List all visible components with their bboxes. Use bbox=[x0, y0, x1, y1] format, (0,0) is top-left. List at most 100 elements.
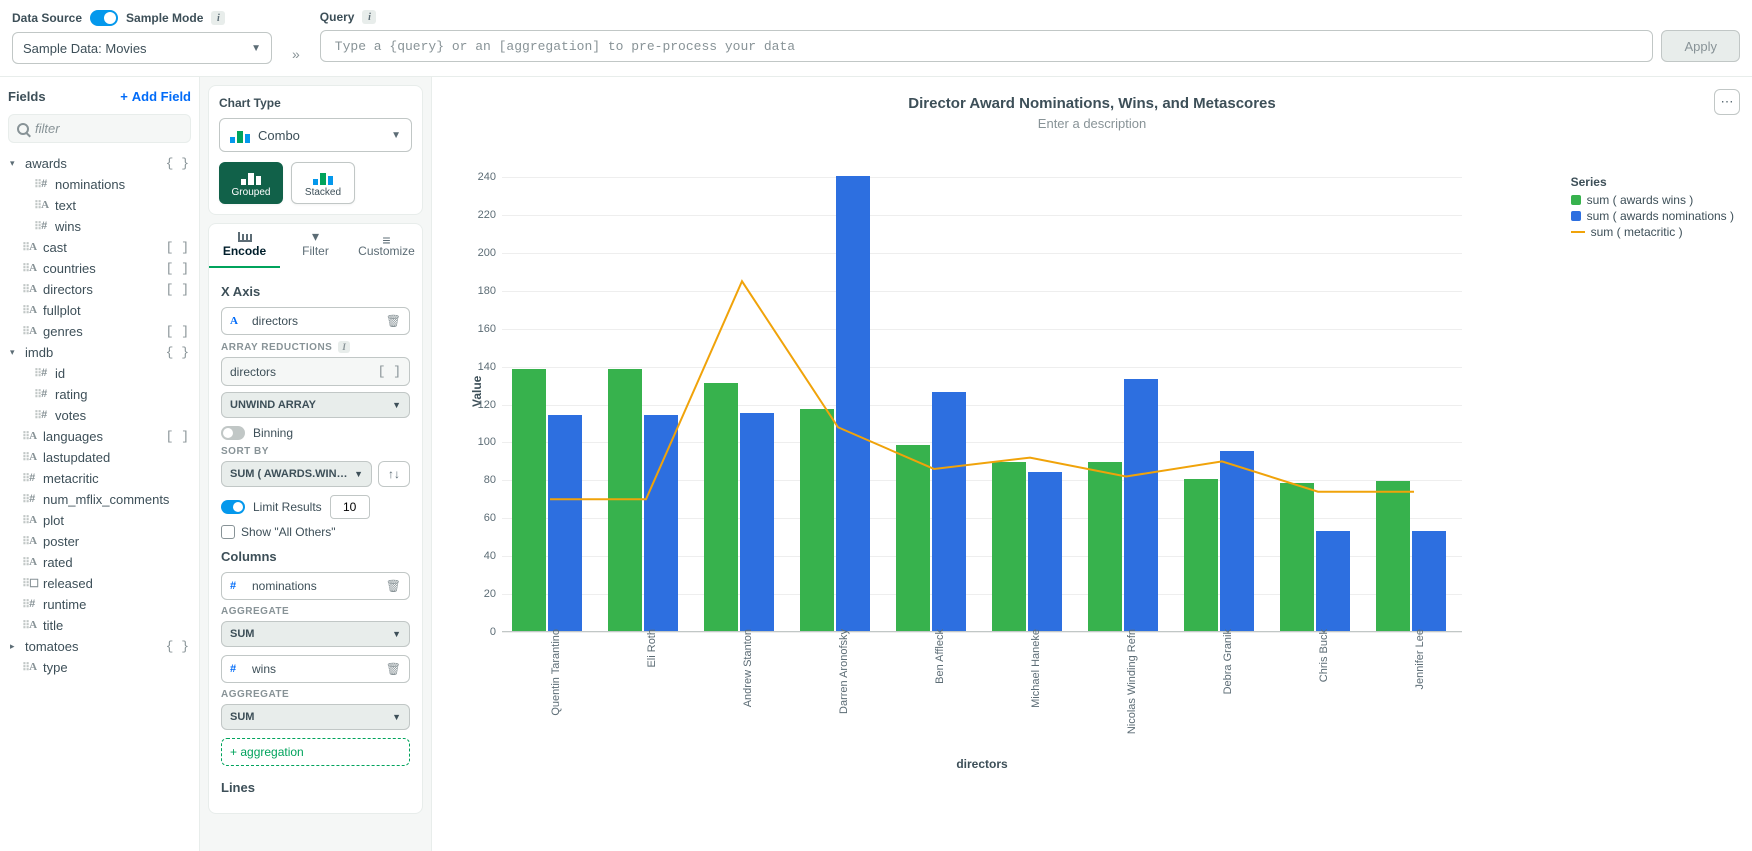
add-aggregation-button[interactable]: + aggregation bbox=[221, 738, 410, 766]
legend-item-meta[interactable]: sum ( metacritic ) bbox=[1571, 225, 1734, 239]
bar-nominations[interactable] bbox=[548, 415, 582, 631]
field-runtime[interactable]: ⠿#runtime bbox=[8, 594, 191, 615]
y-tick-label: 100 bbox=[478, 436, 496, 448]
info-icon[interactable]: i bbox=[338, 341, 350, 353]
aggregate-select-1[interactable]: SUM▼ bbox=[221, 621, 410, 647]
field-cast[interactable]: ⠿Acast[ ] bbox=[8, 237, 191, 258]
mode-grouped[interactable]: Grouped bbox=[219, 162, 283, 204]
fields-filter-input[interactable]: filter bbox=[8, 114, 191, 143]
bar-wins[interactable] bbox=[704, 383, 738, 631]
number-icon: ⠿# bbox=[34, 220, 50, 233]
mode-stacked[interactable]: Stacked bbox=[291, 162, 355, 204]
field-tomatoes[interactable]: ▸tomatoes{ } bbox=[8, 636, 191, 657]
column-wins-pill[interactable]: #wins 🗑 bbox=[221, 655, 410, 683]
field-rated[interactable]: ⠿Arated bbox=[8, 552, 191, 573]
field-directors[interactable]: ⠿Adirectors[ ] bbox=[8, 279, 191, 300]
limit-toggle[interactable] bbox=[221, 500, 245, 514]
field-title[interactable]: ⠿Atitle bbox=[8, 615, 191, 636]
data-source-section: Data Source Sample Mode i Sample Data: M… bbox=[12, 10, 272, 64]
field-imdb[interactable]: ▾imdb{ } bbox=[8, 342, 191, 363]
bar-wins[interactable] bbox=[992, 462, 1026, 631]
sort-select[interactable]: SUM ( AWARDS.WIN…▼ bbox=[221, 461, 372, 487]
add-field-button[interactable]: + Add Field bbox=[120, 89, 191, 104]
field-plot[interactable]: ⠿Aplot bbox=[8, 510, 191, 531]
field-metacritic[interactable]: ⠿#metacritic bbox=[8, 468, 191, 489]
column-nominations-pill[interactable]: #nominations 🗑 bbox=[221, 572, 410, 600]
info-icon[interactable]: i bbox=[211, 11, 225, 25]
number-icon: ⠿# bbox=[34, 367, 50, 380]
unwind-select[interactable]: UNWIND ARRAY▼ bbox=[221, 392, 410, 418]
aggregate-select-2[interactable]: SUM▼ bbox=[221, 704, 410, 730]
sample-mode-label: Sample Mode bbox=[126, 11, 203, 25]
apply-button[interactable]: Apply bbox=[1661, 30, 1740, 62]
bar-nominations[interactable] bbox=[1124, 379, 1158, 631]
sample-mode-toggle[interactable] bbox=[90, 10, 118, 26]
query-input[interactable]: Type a {query} or an [aggregation] to pr… bbox=[320, 30, 1654, 62]
field-text[interactable]: ⠿Atext bbox=[8, 195, 191, 216]
field-genres[interactable]: ⠿Agenres[ ] bbox=[8, 321, 191, 342]
collapse-chevron-icon[interactable]: » bbox=[292, 10, 300, 62]
bar-wins[interactable] bbox=[512, 369, 546, 631]
bar-nominations[interactable] bbox=[1028, 472, 1062, 631]
field-lastupdated[interactable]: ⠿Alastupdated bbox=[8, 447, 191, 468]
field-released[interactable]: ⠿☐released bbox=[8, 573, 191, 594]
field-rating[interactable]: ⠿#rating bbox=[8, 384, 191, 405]
bar-wins[interactable] bbox=[1376, 481, 1410, 631]
bar-wins[interactable] bbox=[608, 369, 642, 631]
field-poster[interactable]: ⠿Aposter bbox=[8, 531, 191, 552]
xaxis-field-pill[interactable]: Adirectors 🗑 bbox=[221, 307, 410, 335]
chevron-right-icon: ▸ bbox=[10, 641, 20, 652]
trash-icon[interactable]: 🗑 bbox=[386, 579, 401, 593]
fields-header: Fields bbox=[8, 89, 46, 104]
limit-input[interactable] bbox=[330, 495, 370, 519]
field-type[interactable]: ⠿Atype bbox=[8, 657, 191, 678]
trash-icon[interactable]: 🗑 bbox=[386, 662, 401, 676]
chart-type-select[interactable]: Combo ▼ bbox=[219, 118, 412, 152]
tab-customize[interactable]: Customize bbox=[351, 224, 422, 268]
field-fullplot[interactable]: ⠿Afullplot bbox=[8, 300, 191, 321]
legend-item-noms[interactable]: sum ( awards nominations ) bbox=[1571, 209, 1734, 223]
field-num-mflix-comments[interactable]: ⠿#num_mflix_comments bbox=[8, 489, 191, 510]
sort-direction-button[interactable]: ↑↓ bbox=[378, 461, 410, 487]
bar-nominations[interactable] bbox=[1412, 531, 1446, 631]
directors-subfield-pill[interactable]: directors [ ] bbox=[221, 357, 410, 386]
bar-wins[interactable] bbox=[800, 409, 834, 631]
caret-down-icon: ▼ bbox=[392, 400, 401, 410]
bar-wins[interactable] bbox=[1184, 479, 1218, 631]
field-countries[interactable]: ⠿Acountries[ ] bbox=[8, 258, 191, 279]
data-source-select[interactable]: Sample Data: Movies ▼ bbox=[12, 32, 272, 64]
y-tick-label: 240 bbox=[478, 171, 496, 183]
array-icon: [ ] bbox=[166, 240, 189, 255]
encode-body: X Axis Adirectors 🗑 ARRAY REDUCTIONSi di… bbox=[208, 268, 423, 814]
field-wins[interactable]: ⠿#wins bbox=[8, 216, 191, 237]
bar-wins[interactable] bbox=[896, 445, 930, 631]
string-icon: ⠿A bbox=[22, 451, 38, 464]
bar-nominations[interactable] bbox=[1316, 531, 1350, 631]
bar-nominations[interactable] bbox=[932, 392, 966, 631]
tab-filter[interactable]: Filter bbox=[280, 224, 351, 268]
bar-wins[interactable] bbox=[1280, 483, 1314, 631]
caret-down-icon: ▼ bbox=[392, 629, 401, 639]
binning-toggle[interactable] bbox=[221, 426, 245, 440]
field-languages[interactable]: ⠿Alanguages[ ] bbox=[8, 426, 191, 447]
show-all-others-row[interactable]: Show "All Others" bbox=[221, 525, 410, 539]
bar-nominations[interactable] bbox=[740, 413, 774, 631]
string-icon: ⠿A bbox=[22, 325, 38, 338]
x-category-label: Ben Affleck bbox=[934, 629, 946, 684]
bar-nominations[interactable] bbox=[836, 176, 870, 631]
chart-description[interactable]: Enter a description bbox=[446, 116, 1738, 131]
field-id[interactable]: ⠿#id bbox=[8, 363, 191, 384]
trash-icon[interactable]: 🗑 bbox=[386, 314, 401, 328]
bar-wins[interactable] bbox=[1088, 462, 1122, 631]
field-nominations[interactable]: ⠿#nominations bbox=[8, 174, 191, 195]
chart-title[interactable]: Director Award Nominations, Wins, and Me… bbox=[446, 95, 1738, 112]
field-awards[interactable]: ▾awards{ } bbox=[8, 153, 191, 174]
tab-encode[interactable]: Encode bbox=[209, 224, 280, 268]
chart-menu-button[interactable]: ⋯ bbox=[1714, 89, 1740, 115]
field-votes[interactable]: ⠿#votes bbox=[8, 405, 191, 426]
bar-nominations[interactable] bbox=[1220, 451, 1254, 631]
x-category-label: Eli Roth bbox=[646, 629, 658, 668]
bar-nominations[interactable] bbox=[644, 415, 678, 631]
info-icon[interactable]: i bbox=[362, 10, 376, 24]
legend-item-wins[interactable]: sum ( awards wins ) bbox=[1571, 193, 1734, 207]
